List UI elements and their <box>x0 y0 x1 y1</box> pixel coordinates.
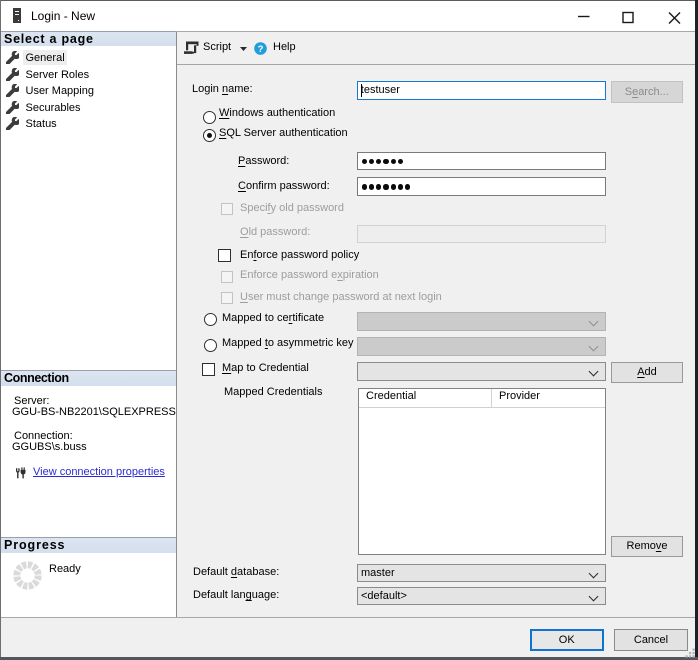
svg-text:?: ? <box>257 44 263 55</box>
